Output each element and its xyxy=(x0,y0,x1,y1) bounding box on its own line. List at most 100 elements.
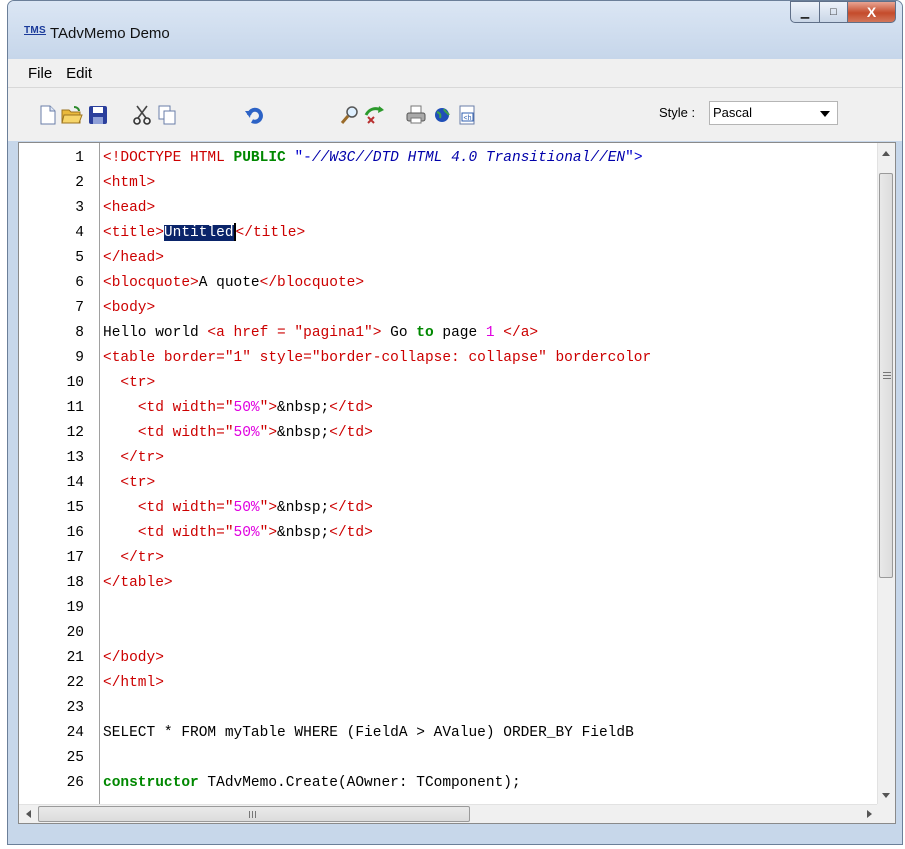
code-line[interactable]: </tr> xyxy=(103,446,164,471)
new-file-icon[interactable] xyxy=(37,104,59,126)
vertical-scroll-thumb[interactable] xyxy=(879,173,893,578)
save-icon[interactable] xyxy=(87,104,109,126)
copy-icon[interactable] xyxy=(156,104,178,126)
line-number: 18 xyxy=(66,575,84,591)
grip-line xyxy=(249,811,250,818)
code-line[interactable]: constructor TAdvMemo.Create(AOwner: TCom… xyxy=(103,771,521,796)
code-token: <td width=" xyxy=(137,500,234,516)
code-token: 50% xyxy=(233,400,260,416)
code-line[interactable]: </body> xyxy=(103,646,164,671)
grip-line xyxy=(883,372,891,373)
code-token: </tr> xyxy=(120,550,164,566)
code-token: "> xyxy=(259,500,278,516)
code-line[interactable]: <body> xyxy=(103,296,155,321)
code-line[interactable]: <td width="50%">&nbsp;</td> xyxy=(103,496,373,521)
scroll-down-icon[interactable] xyxy=(882,793,890,798)
line-number: 6 xyxy=(75,275,84,291)
line-number: 25 xyxy=(66,750,84,766)
code-line[interactable]: <tr> xyxy=(103,371,155,396)
code-token: </head> xyxy=(103,250,164,266)
code-token: 50% xyxy=(233,500,260,516)
code-line[interactable]: </html> xyxy=(103,671,164,696)
vertical-scrollbar[interactable] xyxy=(877,143,895,806)
code-token: PUBLIC xyxy=(233,150,286,166)
grip-line xyxy=(252,811,253,818)
highlight-icon[interactable]: <h xyxy=(457,104,479,126)
close-button[interactable]: X xyxy=(848,1,896,23)
code-token: </html> xyxy=(103,675,164,691)
memo-editor[interactable]: 1 2 3 4 5 6 7 8 9 10 11 12 13 14 15 16 17 18 19 20 21 22 23 24 2… xyxy=(18,142,896,824)
line-number: 16 xyxy=(66,525,84,541)
menu-file[interactable]: File xyxy=(28,65,52,82)
code-token: </td> xyxy=(329,525,373,541)
code-token: </blocquote> xyxy=(259,275,365,291)
cut-icon[interactable] xyxy=(131,104,153,126)
line-number: 26 xyxy=(66,775,84,791)
code-line[interactable]: <tr> xyxy=(103,471,155,496)
code-area[interactable]: <!DOCTYPE HTML PUBLIC "-//W3C//DTD HTML … xyxy=(103,143,868,823)
code-token: <td width=" xyxy=(137,400,234,416)
code-line[interactable]: SELECT * FROM myTable WHERE (FieldA > AV… xyxy=(103,721,634,746)
code-token: </td> xyxy=(329,425,373,441)
code-token: "> xyxy=(259,525,278,541)
code-token: </a> xyxy=(503,325,539,341)
code-token: //W3C//DTD HTML 4.0 Transitional//EN xyxy=(311,150,626,166)
code-line[interactable]: <table border="1" style="border-collapse… xyxy=(103,346,651,371)
code-token: "> xyxy=(259,425,278,441)
code-line[interactable]: <head> xyxy=(103,196,155,221)
code-line[interactable]: <title>Untitled </title> xyxy=(103,221,305,246)
code-line[interactable]: <!DOCTYPE HTML PUBLIC "-//W3C//DTD HTML … xyxy=(103,146,643,171)
code-line[interactable]: <html> xyxy=(103,171,155,196)
line-number: 10 xyxy=(66,375,84,391)
find-icon[interactable] xyxy=(339,104,361,126)
window-controls: ▁ □ X xyxy=(790,1,896,25)
title-bar[interactable]: TMS TAdvMemo Demo ▁ □ X xyxy=(8,1,902,59)
code-token: <tr> xyxy=(120,375,156,391)
code-token: <title> xyxy=(103,225,164,241)
horizontal-scrollbar[interactable] xyxy=(19,804,879,823)
minimize-button[interactable]: ▁ xyxy=(790,1,820,23)
code-token: </body> xyxy=(103,650,164,666)
print-icon[interactable] xyxy=(405,104,427,126)
line-number: 22 xyxy=(66,675,84,691)
undo-icon[interactable] xyxy=(244,104,266,126)
code-token: TAdvMemo.Create(AOwner: TComponent); xyxy=(198,775,521,791)
line-number: 8 xyxy=(75,325,84,341)
menu-edit[interactable]: Edit xyxy=(66,65,92,82)
open-folder-icon[interactable] xyxy=(61,104,83,126)
code-line[interactable]: <td width="50%">&nbsp;</td> xyxy=(103,521,373,546)
scroll-right-icon[interactable] xyxy=(867,810,872,818)
code-token: &nbsp; xyxy=(277,400,330,416)
code-line[interactable]: Hello world <a href = "pagina1"> Go to p… xyxy=(103,321,538,346)
grip-line xyxy=(255,811,256,818)
web-icon[interactable] xyxy=(431,104,453,126)
line-number: 12 xyxy=(66,425,84,441)
scroll-left-icon[interactable] xyxy=(26,810,31,818)
maximize-button[interactable]: □ xyxy=(820,1,848,23)
line-number: 19 xyxy=(66,600,84,616)
code-token: <tr> xyxy=(120,475,156,491)
code-line[interactable]: <td width="50%">&nbsp;</td> xyxy=(103,421,373,446)
line-number: 3 xyxy=(75,200,84,216)
scroll-up-icon[interactable] xyxy=(882,151,890,156)
line-number: 24 xyxy=(66,725,84,741)
code-line[interactable]: </tr> xyxy=(103,546,164,571)
style-select[interactable]: Pascal xyxy=(709,101,838,125)
code-token: <table border="1" style="border-collapse… xyxy=(103,350,652,366)
horizontal-scroll-thumb[interactable] xyxy=(38,806,470,822)
code-line[interactable]: </table> xyxy=(103,571,173,596)
code-line[interactable]: </head> xyxy=(103,246,164,271)
code-line[interactable]: <blocquote>A quote</blocquote> xyxy=(103,271,364,296)
line-number: 13 xyxy=(66,450,84,466)
code-token: &nbsp; xyxy=(277,500,330,516)
replace-icon[interactable] xyxy=(364,104,386,126)
code-line[interactable]: <td width="50%">&nbsp;</td> xyxy=(103,396,373,421)
chevron-down-icon[interactable] xyxy=(820,111,830,117)
